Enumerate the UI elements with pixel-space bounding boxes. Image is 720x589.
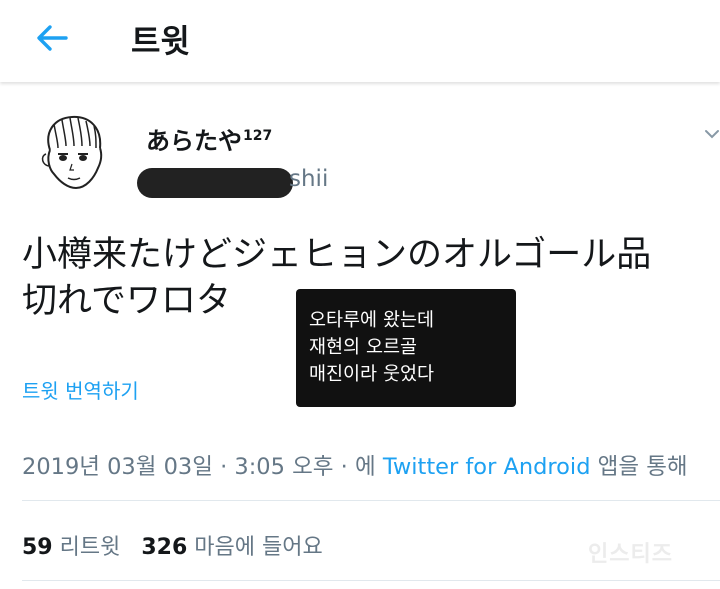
tweet-text-line1: 小樽来たけどジェヒョンのオルゴール品 — [22, 235, 652, 275]
caption-line2: 재현의 오르골 — [309, 337, 418, 358]
via-suffix: 앱을 통해 — [597, 454, 688, 480]
retweet-count[interactable]: 59 — [22, 535, 53, 560]
back-arrow-icon[interactable] — [34, 20, 70, 56]
like-label[interactable]: 마음에 들어요 — [194, 535, 322, 560]
retweet-label[interactable]: 리트윗 — [60, 535, 121, 560]
translation-caption: 오타루에 왔는데 재현의 오르골 매진이라 웃었다 — [296, 289, 516, 407]
tweet-time: 3:05 오후 — [234, 454, 334, 480]
tweet-meta: 2019년 03월 03일 · 3:05 오후 · 에 Twitter for … — [22, 454, 688, 480]
author-name-suffix: 127 — [243, 128, 273, 144]
like-count[interactable]: 326 — [141, 535, 187, 560]
page-title: 트윗 — [131, 22, 190, 60]
tweet-stats: 59 리트윗 326 마음에 들어요 — [22, 529, 323, 561]
tweet-source-link[interactable]: Twitter for Android — [383, 454, 591, 480]
caption-line1: 오타루에 왔는데 — [309, 310, 435, 331]
divider — [22, 500, 720, 501]
chevron-down-icon[interactable] — [704, 126, 720, 142]
divider — [22, 580, 720, 581]
top-bar: 트윗 — [0, 0, 720, 82]
watermark: 인스티즈 — [588, 542, 673, 567]
avatar[interactable] — [36, 112, 112, 194]
via-prefix: 에 — [354, 454, 376, 480]
tweet-date: 2019년 03월 03일 — [22, 454, 213, 480]
author-display-name[interactable]: あらたや127 — [146, 121, 272, 156]
handle-redaction — [137, 168, 293, 198]
author-handle[interactable]: shii — [289, 166, 328, 192]
caption-line3: 매진이라 웃었다 — [309, 364, 435, 385]
translate-tweet-link[interactable]: 트윗 번역하기 — [22, 375, 139, 404]
